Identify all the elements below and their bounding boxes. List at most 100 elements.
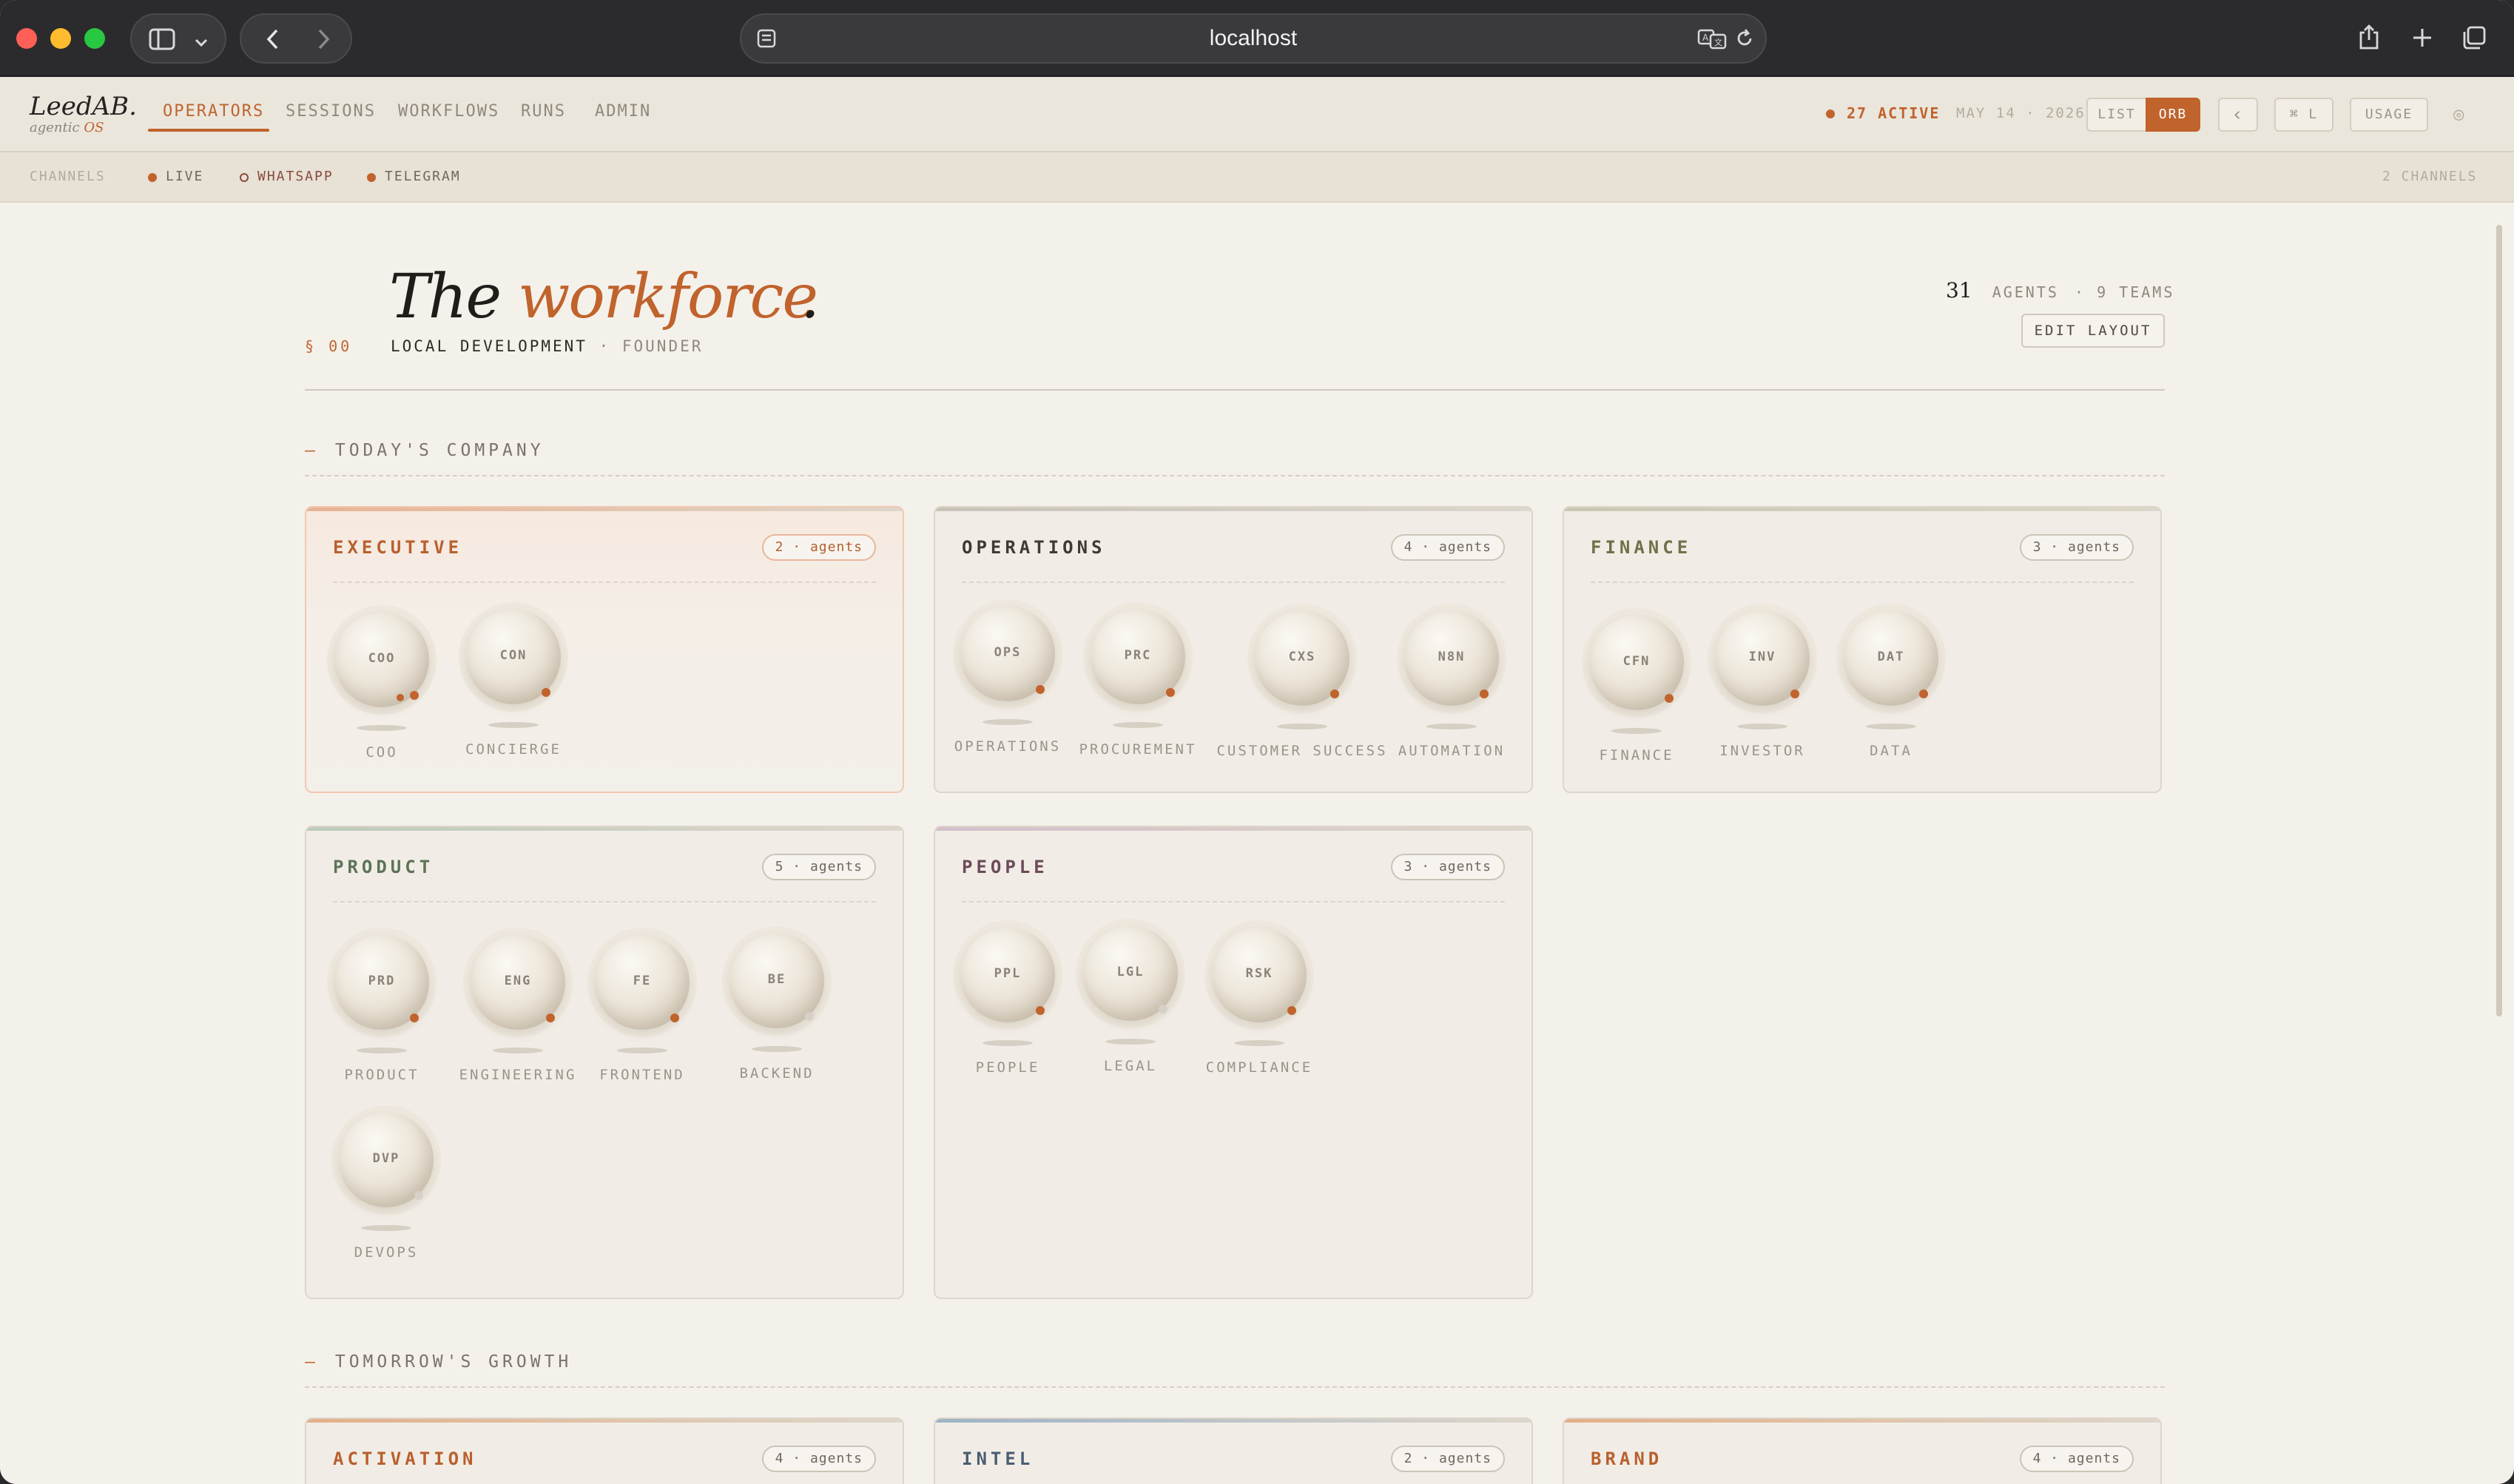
logo-sub-accent: OS xyxy=(84,120,104,135)
whatsapp-status-dot xyxy=(240,173,249,182)
title-accent: workforce xyxy=(518,262,818,332)
section-number: § 00 xyxy=(305,337,353,355)
edit-layout-button[interactable]: EDIT LAYOUT xyxy=(2021,314,2165,348)
share-icon[interactable] xyxy=(2353,13,2385,67)
agent-cxs[interactable]: CXS CUSTOMER SUCCESS xyxy=(1216,604,1386,774)
agent-status-dot xyxy=(414,1191,423,1200)
team-card-product[interactable]: PRODUCT 5 · agents PRD PRODUCT ENG ENGINEERIN… xyxy=(305,826,904,1299)
back-icon[interactable] xyxy=(256,15,290,67)
agent-count-badge: 4 · agents xyxy=(2019,1446,2134,1472)
minimize-window-button[interactable] xyxy=(50,28,71,49)
orb-shadow xyxy=(752,1046,802,1052)
orb-shadow xyxy=(357,1048,407,1053)
tab-workflows[interactable]: WORKFLOWS xyxy=(398,102,499,121)
tab-sessions[interactable]: SESSIONS xyxy=(286,102,376,121)
team-accent-line xyxy=(935,1419,1531,1423)
agent-status-dot xyxy=(546,1013,555,1022)
collapse-button[interactable]: ‹ xyxy=(2218,98,2258,132)
channel-whatsapp[interactable]: WHATSAPP xyxy=(257,169,334,184)
new-tab-icon[interactable] xyxy=(2406,13,2439,66)
agent-label: AUTOMATION xyxy=(1398,743,1506,759)
tab-overview-icon[interactable] xyxy=(2458,13,2490,67)
agent-status-dot xyxy=(1919,689,1928,698)
translate-icon[interactable]: A文 xyxy=(1696,15,1728,70)
tab-runs[interactable]: RUNS xyxy=(521,102,566,121)
agent-status-dot xyxy=(1330,689,1339,698)
team-card-intel[interactable]: INTEL 2 · agents xyxy=(934,1417,1533,1484)
agent-count-badge: 3 · agents xyxy=(1390,854,1505,880)
team-card-brand[interactable]: BRAND 4 · agents xyxy=(1563,1417,2162,1484)
agent-status-dot xyxy=(805,1012,814,1021)
channel-bar: CHANNELS LIVE WHATSAPP TELEGRAM 2 CHANNE… xyxy=(0,152,2514,203)
view-orb-button[interactable]: ORB xyxy=(2146,98,2200,132)
team-title: FINANCE xyxy=(1591,537,1692,558)
history-nav-group xyxy=(240,13,352,64)
agent-dat[interactable]: DAT DATA xyxy=(1817,604,1965,774)
agent-status-dot xyxy=(410,691,419,700)
address-bar[interactable]: localhost A文 xyxy=(740,13,1767,64)
orb-shadow xyxy=(1866,724,1916,729)
team-card-activation[interactable]: ACTIVATION 4 · agents xyxy=(305,1417,904,1484)
agent-status-dot xyxy=(1166,688,1175,697)
channel-telegram[interactable]: TELEGRAM xyxy=(385,169,461,184)
channel-live[interactable]: LIVE xyxy=(166,169,203,184)
agent-status-dot xyxy=(1287,1006,1296,1015)
settings-icon[interactable]: ◎ xyxy=(2453,104,2465,124)
agent-code: OPS xyxy=(994,645,1022,660)
agent-rsk[interactable]: RSK COMPLIANCE xyxy=(1185,920,1333,1090)
agent-prc[interactable]: PRC PROCUREMENT xyxy=(1064,602,1212,772)
reload-icon[interactable] xyxy=(1730,15,1759,66)
telegram-status-dot xyxy=(367,173,376,182)
title-end: . xyxy=(800,262,820,332)
agent-label: PROCUREMENT xyxy=(1079,741,1197,758)
view-list-button[interactable]: LIST xyxy=(2086,98,2147,132)
agent-code: DAT xyxy=(1877,650,1905,664)
agent-code: PRC xyxy=(1124,648,1152,663)
orb-shadow xyxy=(361,1225,411,1231)
active-tab-indicator xyxy=(148,129,269,132)
tab-operators[interactable]: OPERATORS xyxy=(163,102,264,121)
team-accent-line xyxy=(1564,507,2160,511)
agent-activity-dot xyxy=(397,694,404,701)
agent-status-dot xyxy=(1159,1005,1167,1013)
section-today: — TODAY'S COMPANY xyxy=(305,441,545,460)
close-window-button[interactable] xyxy=(16,28,37,49)
page-subtitle: LOCAL DEVELOPMENT · FOUNDER xyxy=(391,337,703,355)
scrollbar[interactable] xyxy=(2496,225,2502,1016)
agent-con[interactable]: CON CONCIERGE xyxy=(439,602,587,772)
usage-button[interactable]: USAGE xyxy=(2350,98,2428,132)
agent-n8n[interactable]: N8N AUTOMATION xyxy=(1378,604,1526,774)
zoom-window-button[interactable] xyxy=(84,28,105,49)
chevron-down-icon[interactable] xyxy=(186,15,216,65)
tab-admin[interactable]: ADMIN xyxy=(595,102,651,121)
active-count: 27 ACTIVE xyxy=(1847,104,1941,122)
agent-code: DVP xyxy=(372,1151,400,1166)
agent-dvp[interactable]: DVP DEVOPS xyxy=(312,1105,460,1275)
team-title: INTEL xyxy=(962,1448,1034,1469)
subtitle-separator: · xyxy=(587,337,622,355)
browser-toolbar: localhost A文 xyxy=(0,0,2514,77)
command-palette-button[interactable]: ⌘ L xyxy=(2274,98,2333,132)
sidebar-icon[interactable] xyxy=(145,15,179,67)
team-card-people[interactable]: PEOPLE 3 · agents PPL PEOPLE LGL LEGAL RSK COMP… xyxy=(934,826,1533,1299)
agent-count-badge: 2 · agents xyxy=(761,534,876,561)
team-card-executive[interactable]: EXECUTIVE 2 · agents COO COO CON CONCIERGE xyxy=(305,506,904,793)
agent-code: N8N xyxy=(1438,650,1466,664)
agent-be[interactable]: BE BACKEND xyxy=(703,926,851,1096)
team-card-finance[interactable]: FINANCE 3 · agents CFN FINANCE INV INVESTOR DA… xyxy=(1563,506,2162,793)
orb-shadow xyxy=(1426,724,1477,729)
app-logo[interactable]: LeedAB. xyxy=(30,92,137,121)
agent-code: BE xyxy=(767,972,786,987)
agent-count-badge: 3 · agents xyxy=(2019,534,2134,561)
section-tomorrow: — TOMORROW'S GROWTH xyxy=(305,1352,572,1372)
agent-status-dot xyxy=(1665,694,1674,703)
card-divider xyxy=(333,901,876,903)
team-card-operations[interactable]: OPERATIONS 4 · agents OPS OPERATIONS PRC PROC… xyxy=(934,506,1533,793)
app-logo-subtitle: agentic OS xyxy=(30,120,104,135)
agent-label: CONCIERGE xyxy=(465,741,562,758)
agent-code: FE xyxy=(633,974,652,988)
svg-text:文: 文 xyxy=(1714,37,1722,47)
team-accent-line xyxy=(306,827,903,831)
forward-icon[interactable] xyxy=(306,15,340,67)
url-text[interactable]: localhost xyxy=(741,15,1765,62)
